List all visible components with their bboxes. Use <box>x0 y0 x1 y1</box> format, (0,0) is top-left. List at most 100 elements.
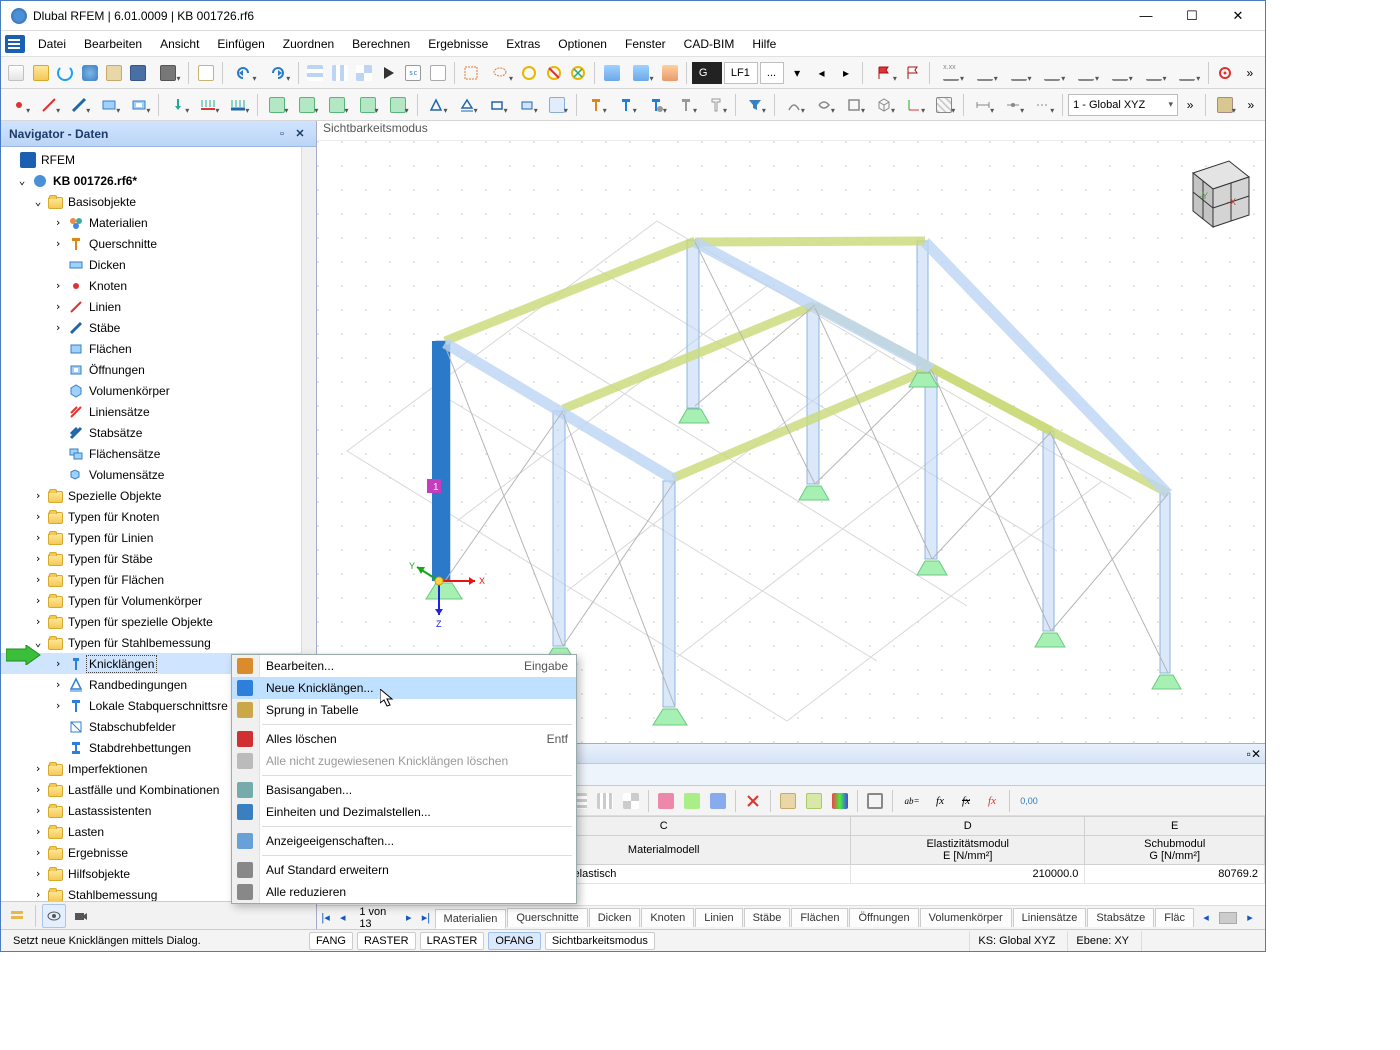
tree-typen-volumen[interactable]: Typen für Volumenkörper <box>66 593 204 609</box>
eye-icon[interactable] <box>42 904 66 928</box>
tbl-ab-icon[interactable]: ab= <box>898 789 926 813</box>
line-icon[interactable] <box>35 93 63 117</box>
tree-file[interactable]: KB 001726.rf6* <box>51 173 139 189</box>
tab2-dicken[interactable]: Dicken <box>589 908 641 927</box>
support-5-icon[interactable] <box>543 93 571 117</box>
copy-icon[interactable] <box>103 61 125 85</box>
tree-lastfaelle[interactable]: Lastfälle und Kombinationen <box>66 782 221 798</box>
toggle-raster[interactable]: RASTER <box>357 932 416 950</box>
section-5-icon[interactable] <box>702 93 730 117</box>
filter-icon[interactable] <box>741 93 769 117</box>
tbl-grid-3-icon[interactable] <box>619 789 643 813</box>
tbl-op-2-icon[interactable] <box>680 789 704 813</box>
grid-2-icon[interactable] <box>329 61 351 85</box>
menu-ergebnisse[interactable]: Ergebnisse <box>419 33 497 55</box>
menu-optionen[interactable]: Optionen <box>549 33 616 55</box>
menu-bearbeiten[interactable]: Bearbeiten <box>75 33 151 55</box>
axis-icon[interactable] <box>900 93 928 117</box>
tree-typen-staebe[interactable]: Typen für Stäbe <box>66 551 155 567</box>
ctx-item[interactable]: Sprung in Tabelle <box>232 699 576 721</box>
col-d[interactable]: D <box>851 817 1085 836</box>
tree-root[interactable]: RFEM <box>39 152 77 168</box>
toggle-ofang[interactable]: OFANG <box>488 932 541 950</box>
surface-icon[interactable] <box>95 93 123 117</box>
pager-last-icon[interactable]: ▸| <box>417 907 434 929</box>
tree-lastassistenten[interactable]: Lastassistenten <box>66 803 153 819</box>
dim-8-icon[interactable] <box>1172 61 1204 85</box>
navigator-float-icon[interactable]: ▫ <box>274 126 290 142</box>
tree-ergebnisse[interactable]: Ergebnisse <box>66 845 130 861</box>
pager-next-icon[interactable]: ▸ <box>400 907 417 929</box>
col-emodul[interactable]: Elastizitätsmodul E [N/mm²] <box>851 836 1085 865</box>
menu-einfuegen[interactable]: Einfügen <box>208 33 273 55</box>
dim-5-icon[interactable] <box>1070 61 1102 85</box>
tree-volumensaetze[interactable]: Volumensätze <box>87 467 166 483</box>
section-3-icon[interactable] <box>642 93 670 117</box>
opening-icon[interactable] <box>125 93 153 117</box>
menu-ansicht[interactable]: Ansicht <box>151 33 208 55</box>
flag-2-icon[interactable] <box>902 61 924 85</box>
dim-7-icon[interactable] <box>1138 61 1170 85</box>
lf-dropdown-icon[interactable]: ▾ <box>786 61 808 85</box>
zoom-target-icon[interactable] <box>1214 61 1236 85</box>
save-icon[interactable] <box>127 61 149 85</box>
dim-6-icon[interactable] <box>1104 61 1136 85</box>
tab2-liniensaetze[interactable]: Liniensätze <box>1013 908 1087 927</box>
tree-dicken[interactable]: Dicken <box>87 257 128 273</box>
tree-materialien[interactable]: Materialien <box>87 215 150 231</box>
pager-prev-icon[interactable]: ◂ <box>334 907 351 929</box>
support-3-icon[interactable] <box>483 93 511 117</box>
viewport-3d[interactable]: 1 <box>317 141 1265 743</box>
dim-1-icon[interactable]: x.xx <box>935 61 967 85</box>
support-2-icon[interactable] <box>453 93 481 117</box>
menu-cad-bim[interactable]: CAD-BIM <box>675 33 744 55</box>
tab2-flaec[interactable]: Fläc <box>1155 908 1194 927</box>
pager-first-icon[interactable]: |◂ <box>317 907 334 929</box>
lf-group-label[interactable]: G <box>692 62 722 84</box>
ctx-item[interactable]: Alles löschenEntf <box>232 728 576 750</box>
shape-1-icon[interactable] <box>780 93 808 117</box>
camera-icon[interactable] <box>69 904 93 928</box>
load-surf-5-icon[interactable] <box>384 93 412 117</box>
tree-flaechen[interactable]: Flächen <box>87 341 134 357</box>
member-icon[interactable] <box>65 93 93 117</box>
tab2-oeffnungen[interactable]: Öffnungen <box>849 908 918 927</box>
tab2-knoten[interactable]: Knoten <box>641 908 694 927</box>
grid-1-icon[interactable] <box>304 61 326 85</box>
data-panel-close-icon[interactable]: ✕ <box>1251 747 1261 761</box>
tree-stabschubfelder[interactable]: Stabschubfelder <box>87 719 178 735</box>
more-1-icon[interactable]: » <box>1239 61 1261 85</box>
tree-hilfsobjekte[interactable]: Hilfsobjekte <box>66 866 132 882</box>
coord-system-select[interactable]: 1 - Global XYZ▾ <box>1068 94 1178 116</box>
shape-2-icon[interactable] <box>810 93 838 117</box>
load-node-icon[interactable] <box>164 93 192 117</box>
toggle-lraster[interactable]: LRASTER <box>420 932 485 950</box>
open-icon[interactable] <box>29 61 51 85</box>
load-member-icon[interactable] <box>224 93 252 117</box>
grid-plane-icon[interactable] <box>930 93 958 117</box>
tree-typen-spezielle[interactable]: Typen für spezielle Objekte <box>66 614 215 630</box>
tree-typen-flaechen[interactable]: Typen für Flächen <box>66 572 166 588</box>
dim-4-icon[interactable] <box>1037 61 1069 85</box>
tab2-querschnitte[interactable]: Querschnitte <box>507 908 587 927</box>
hscroll-left-icon[interactable]: ◂ <box>1195 907 1217 929</box>
dist-1-icon[interactable] <box>969 93 997 117</box>
new-icon[interactable] <box>5 61 27 85</box>
ctx-item[interactable]: Auf Standard erweitern <box>232 859 576 881</box>
tree-lokale-stab[interactable]: Lokale Stabquerschnittsre <box>87 698 230 714</box>
lf-more-label[interactable]: ... <box>760 62 784 84</box>
clip-icon[interactable] <box>1211 93 1239 117</box>
dist-2-icon[interactable] <box>999 93 1027 117</box>
tree-stabsaetze[interactable]: Stabsätze <box>87 425 144 441</box>
align-1-icon[interactable] <box>600 61 622 85</box>
menu-zuordnen[interactable]: Zuordnen <box>274 33 343 55</box>
lf-prev-icon[interactable]: ◂ <box>810 61 832 85</box>
tree-staebe[interactable]: Stäbe <box>87 320 122 336</box>
tbl-grid-2-icon[interactable] <box>593 789 617 813</box>
menu-hilfe[interactable]: Hilfe <box>743 33 785 55</box>
menu-fenster[interactable]: Fenster <box>616 33 675 55</box>
view-cube[interactable]: -Y -X <box>1175 149 1257 239</box>
more-3-icon[interactable]: » <box>1241 93 1261 117</box>
ctx-item[interactable]: Alle reduzieren <box>232 881 576 903</box>
section-4-icon[interactable] <box>672 93 700 117</box>
